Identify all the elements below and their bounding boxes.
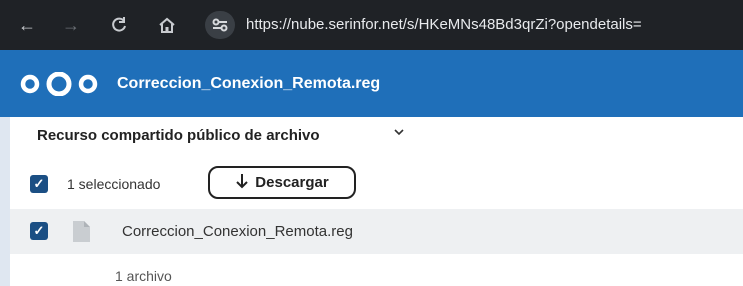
file-checkbox[interactable]: ✓: [30, 222, 48, 240]
home-icon[interactable]: [156, 14, 178, 36]
document-icon: [73, 221, 90, 242]
download-label: Descargar: [255, 174, 329, 191]
share-title[interactable]: Recurso compartido público de archivo: [37, 125, 320, 147]
address-bar[interactable]: https://nube.serinfor.net/s/HKeMNs48Bd3q…: [246, 14, 743, 36]
site-settings-icon[interactable]: [205, 11, 235, 39]
select-all-checkbox[interactable]: ✓: [30, 175, 48, 193]
download-button[interactable]: Descargar: [208, 166, 356, 199]
forward-arrow-icon[interactable]: →: [60, 14, 82, 36]
download-arrow-icon: [235, 173, 249, 193]
file-name[interactable]: Correccion_Conexion_Remota.reg: [122, 221, 353, 243]
file-summary: 1 archivo: [115, 268, 172, 284]
page-title: Correccion_Conexion_Remota.reg: [117, 75, 381, 92]
selection-count: 1 seleccionado: [67, 176, 161, 192]
chevron-down-icon[interactable]: [393, 126, 405, 141]
reload-icon[interactable]: [108, 14, 130, 36]
app-header: Correccion_Conexion_Remota.reg: [0, 50, 743, 117]
file-row[interactable]: [10, 209, 743, 254]
back-arrow-icon[interactable]: ←: [16, 14, 38, 36]
browser-toolbar: ← → https://nube.serinfor.net/s/HKeMNs48…: [0, 0, 743, 50]
nextcloud-logo[interactable]: [18, 72, 100, 96]
